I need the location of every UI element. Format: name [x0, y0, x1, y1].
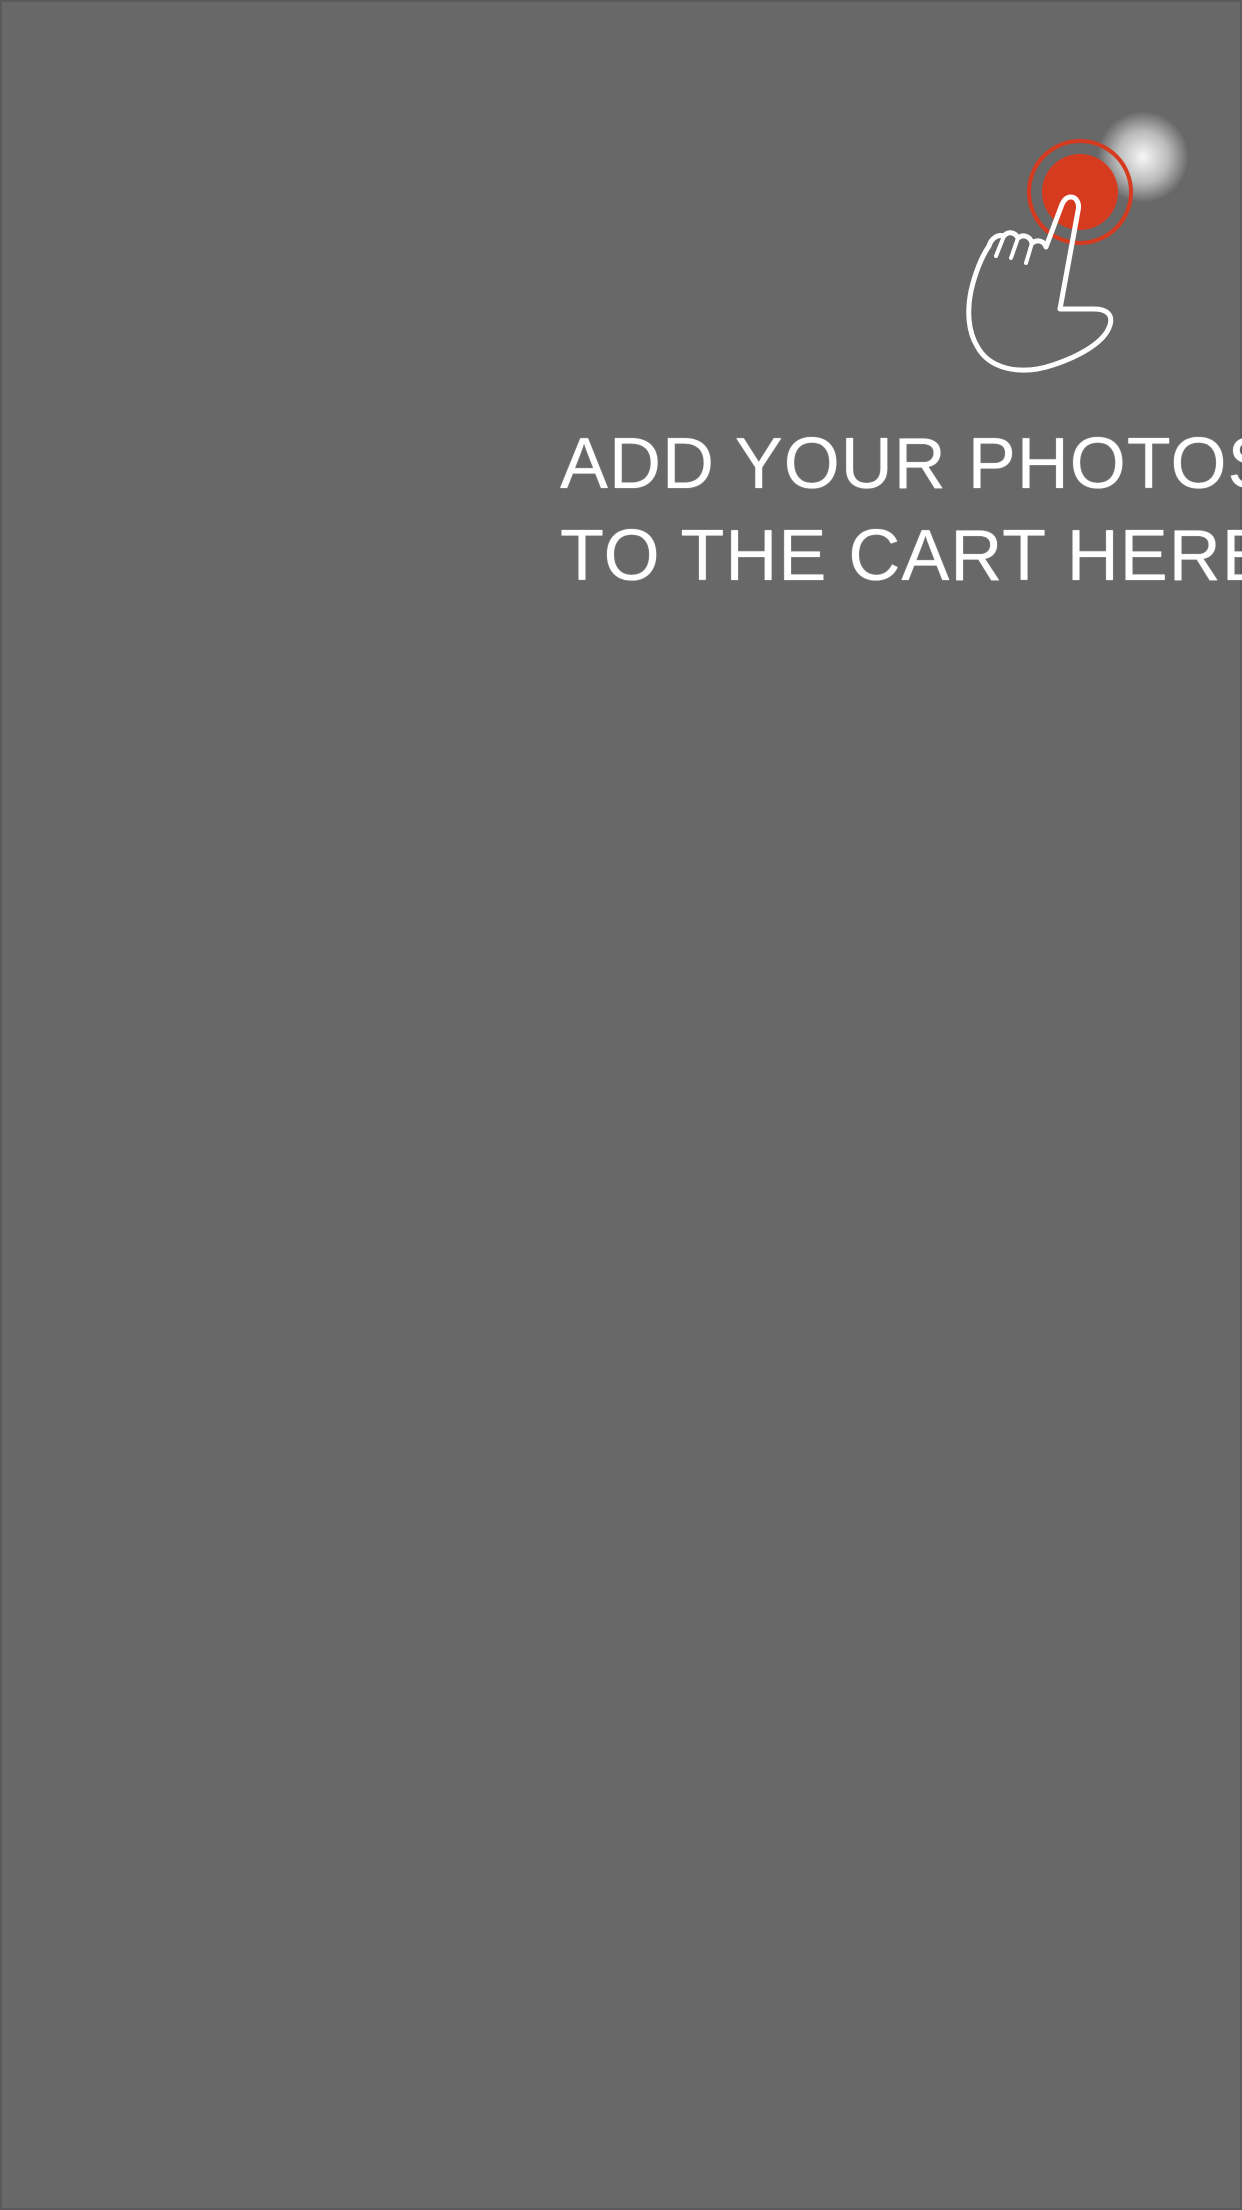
- tap-hand-icon: [966, 139, 1133, 373]
- hint-line-2: TO THE CART HERE: [560, 516, 1242, 596]
- onboarding-overlay[interactable]: ADD YOUR PHOTOS TO THE CART HERE: [0, 0, 1242, 2210]
- add-to-cart-hint: ADD YOUR PHOTOS TO THE CART HERE: [560, 418, 1242, 602]
- hint-line-1: ADD YOUR PHOTOS: [560, 424, 1242, 504]
- tap-dot: [1042, 154, 1118, 230]
